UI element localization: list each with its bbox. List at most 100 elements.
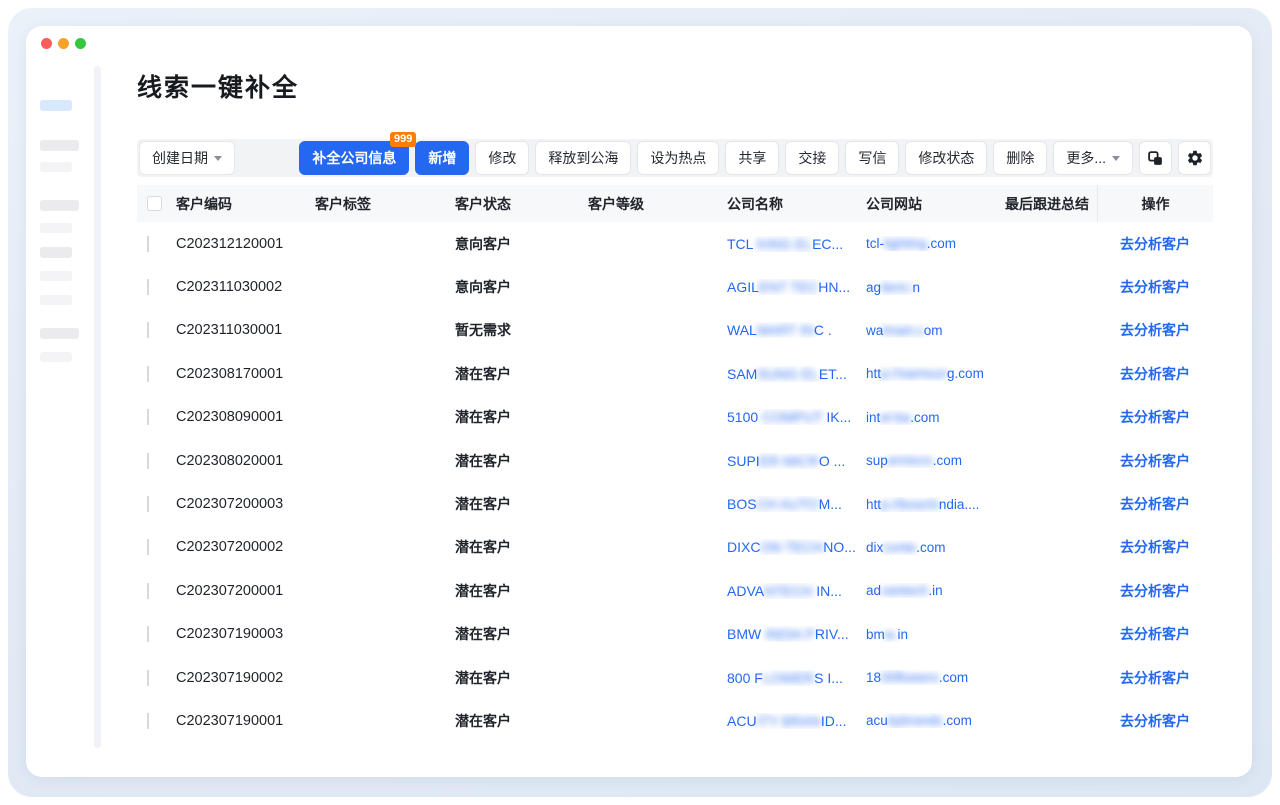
company-name-link[interactable]: WALMART INC . [727,322,866,338]
customer-status: 潜在客户 [455,668,588,688]
sidebar-placeholder[interactable] [40,140,79,151]
company-name-link[interactable]: ADVANTECH IN... [727,583,866,599]
company-website-link[interactable]: bmw.in [866,627,1005,642]
company-name-redacted: ITY BRAN [757,713,821,729]
share-label: 共享 [738,148,766,168]
delete-button[interactable]: 删除 [993,141,1047,175]
company-name-link[interactable]: 5100 COMPUT IK... [727,409,866,425]
customer-code: C202307200002 [176,539,315,555]
row-checkbox[interactable] [147,366,149,382]
company-website-link[interactable]: supermicro.com [866,453,1005,468]
set-hotspot-button[interactable]: 设为热点 [637,141,719,175]
company-name-link[interactable]: 800 FLOWERS I... [727,670,866,686]
add-button[interactable]: 新增 [415,141,469,175]
row-checkbox[interactable] [147,626,149,642]
analyze-customer-link[interactable]: 去分析客户 [1120,236,1190,252]
company-website-link[interactable]: walmart.com [866,323,1005,338]
website-visible: acu [866,713,888,728]
column-header-company-website[interactable]: 公司网站 [866,185,1005,222]
analyze-customer-link[interactable]: 去分析客户 [1120,539,1190,555]
sidebar-item-active[interactable] [40,100,72,111]
sidebar-placeholder[interactable] [40,223,72,233]
create-date-filter-dropdown[interactable]: 创建日期 [139,141,235,175]
row-checkbox[interactable] [147,453,149,469]
handover-button[interactable]: 交接 [785,141,839,175]
row-checkbox[interactable] [147,539,149,555]
sidebar-placeholder[interactable] [40,352,72,362]
more-dropdown[interactable]: 更多... [1053,141,1133,175]
company-name-link[interactable]: BOSCH AUTOM... [727,496,866,512]
analyze-customer-link[interactable]: 去分析客户 [1120,626,1190,642]
analyze-customer-link[interactable]: 去分析客户 [1120,583,1190,599]
sidebar-placeholder[interactable] [40,328,79,339]
settings-button[interactable] [1178,141,1211,175]
column-header-customer-level[interactable]: 客户等级 [588,185,727,222]
company-website-link[interactable]: tcl-lighting.com [866,236,1005,251]
share-button[interactable]: 共享 [725,141,779,175]
sidebar-placeholder[interactable] [40,200,79,211]
edit-button[interactable]: 修改 [475,141,529,175]
toolbar: 创建日期 补全公司信息 999 新增 修改 释放到公海 设为热点 共享 交接 [137,139,1213,177]
sidebar-placeholder[interactable] [40,162,72,172]
row-checkbox[interactable] [147,236,149,252]
website-redacted: ermicro [888,453,933,468]
company-name-visible: RIV... [815,626,849,642]
row-checkbox[interactable] [147,279,149,295]
company-website-link[interactable]: acuitybrands.com [866,713,1005,728]
company-name-link[interactable]: BMW INDIA PRIV... [727,626,866,642]
company-website-link[interactable]: advantech.in [866,583,1005,598]
analyze-customer-link[interactable]: 去分析客户 [1120,713,1190,729]
sidebar-divider [94,66,101,748]
customer-status: 潜在客户 [455,451,588,471]
analyze-customer-link[interactable]: 去分析客户 [1120,496,1190,512]
company-website-link[interactable]: http://samsung.com [866,366,1005,381]
website-visible: sup [866,453,888,468]
company-website-link[interactable]: intel-ba.com [866,410,1005,425]
company-name-link[interactable]: ACUITY BRANID... [727,713,866,729]
release-to-pool-button[interactable]: 释放到公海 [535,141,631,175]
hotspot-label: 设为热点 [650,148,706,168]
zoom-window-button[interactable] [75,38,86,49]
close-window-button[interactable] [41,38,52,49]
table-row: C202307190003 潜在客户 BMW INDIA PRIV... bmw… [137,613,1213,656]
write-email-button[interactable]: 写信 [845,141,899,175]
analyze-customer-link[interactable]: 去分析客户 [1120,322,1190,338]
company-name-link[interactable]: SUPIER MICRO ... [727,453,866,469]
analyze-customer-link[interactable]: 去分析客户 [1120,453,1190,469]
row-checkbox[interactable] [147,583,149,599]
sidebar-placeholder[interactable] [40,271,72,281]
company-name-visible: M... [819,496,842,512]
column-header-customer-status[interactable]: 客户状态 [455,185,588,222]
minimize-window-button[interactable] [58,38,69,49]
complete-company-info-label: 补全公司信息 [312,148,396,168]
count-badge: 999 [390,132,416,147]
sidebar-placeholder[interactable] [40,295,72,305]
row-checkbox[interactable] [147,713,149,729]
sidebar-placeholder[interactable] [40,247,72,258]
company-website-link[interactable]: 1800flowers.com [866,670,1005,685]
company-name-link[interactable]: TCL KING ELEC... [727,236,866,252]
company-name-link[interactable]: SAMSUNG ELET... [727,366,866,382]
company-name-visible: BMW [727,626,765,642]
row-checkbox[interactable] [147,322,149,338]
column-header-customer-code[interactable]: 客户编码 [176,185,315,222]
row-checkbox[interactable] [147,409,149,425]
column-header-company-name[interactable]: 公司名称 [727,185,866,222]
row-checkbox[interactable] [147,496,149,512]
analyze-customer-link[interactable]: 去分析客户 [1120,279,1190,295]
layout-switch-button[interactable] [1139,141,1172,175]
select-all-checkbox[interactable] [147,196,162,211]
column-header-last-followup[interactable]: 最后跟进总结 [1005,185,1097,222]
company-website-link[interactable]: agilent.in [866,280,1005,295]
company-name-visible: TCL [727,236,757,252]
row-checkbox[interactable] [147,670,149,686]
analyze-customer-link[interactable]: 去分析客户 [1120,409,1190,425]
company-website-link[interactable]: dixconte.com [866,540,1005,555]
company-name-link[interactable]: AGILENT TECHN... [727,279,866,295]
company-website-link[interactable]: http://boschindia.... [866,497,1005,512]
column-header-customer-tag[interactable]: 客户标签 [315,185,455,222]
change-status-button[interactable]: 修改状态 [905,141,987,175]
analyze-customer-link[interactable]: 去分析客户 [1120,670,1190,686]
company-name-link[interactable]: DIXCON TECHNO... [727,539,866,555]
analyze-customer-link[interactable]: 去分析客户 [1120,366,1190,382]
